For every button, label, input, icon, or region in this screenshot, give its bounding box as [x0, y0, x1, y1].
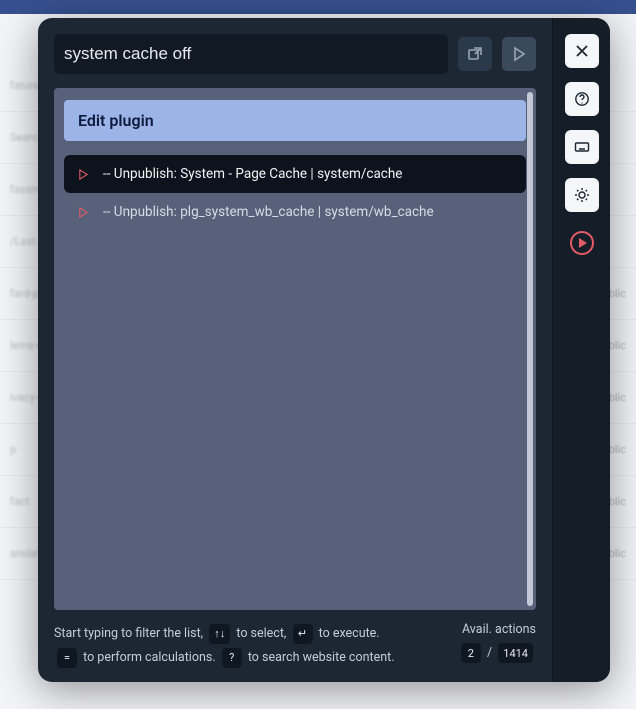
open-external-button[interactable]	[458, 37, 492, 71]
avail-label: Avail. actions	[458, 622, 536, 637]
results-panel: Edit plugin -- Unpublish: System - Page …	[54, 88, 536, 610]
play-icon	[78, 169, 89, 180]
run-button[interactable]	[502, 37, 536, 71]
result-label: -- Unpublish: System - Page Cache | syst…	[103, 166, 402, 182]
footer: Start typing to filter the list, ↑↓ to s…	[54, 622, 536, 670]
key-question: ?	[222, 648, 242, 668]
theme-button[interactable]	[565, 178, 599, 212]
result-item[interactable]: -- Unpublish: System - Page Cache | syst…	[64, 155, 526, 193]
help-button[interactable]	[565, 82, 599, 116]
avail-total: 1414	[498, 643, 533, 663]
search-row	[54, 34, 536, 74]
app-topbar	[0, 0, 636, 14]
key-enter: ↵	[293, 624, 313, 644]
command-palette-modal: Edit plugin -- Unpublish: System - Page …	[38, 18, 610, 682]
key-updown: ↑↓	[209, 624, 230, 644]
hint-text: to execute.	[319, 626, 380, 641]
modal-main: Edit plugin -- Unpublish: System - Page …	[38, 18, 552, 682]
avail-actions: Avail. actions 2 / 1414	[458, 622, 536, 663]
search-input[interactable]	[64, 44, 430, 64]
hints: Start typing to filter the list, ↑↓ to s…	[54, 622, 395, 670]
side-toolbar	[552, 18, 610, 682]
close-button[interactable]	[565, 34, 599, 68]
record-button[interactable]	[565, 226, 599, 260]
avail-current: 2	[461, 643, 481, 663]
search-field-wrap[interactable]	[54, 34, 448, 74]
result-item[interactable]: -- Unpublish: plg_system_wb_cache | syst…	[64, 193, 526, 231]
result-label: -- Unpublish: plg_system_wb_cache | syst…	[103, 204, 434, 220]
hint-text: Start typing to filter the list,	[54, 626, 203, 641]
hint-text: to perform calculations.	[83, 650, 216, 665]
keyboard-button[interactable]	[565, 130, 599, 164]
avail-sep: /	[487, 645, 492, 660]
hint-text: to search website content.	[248, 650, 395, 665]
result-group-header: Edit plugin	[64, 100, 526, 141]
play-icon	[78, 207, 89, 218]
clear-icon[interactable]	[430, 41, 438, 67]
results-list: -- Unpublish: System - Page Cache | syst…	[64, 155, 526, 231]
hint-text: to select,	[236, 626, 286, 641]
key-equals: =	[57, 648, 77, 668]
